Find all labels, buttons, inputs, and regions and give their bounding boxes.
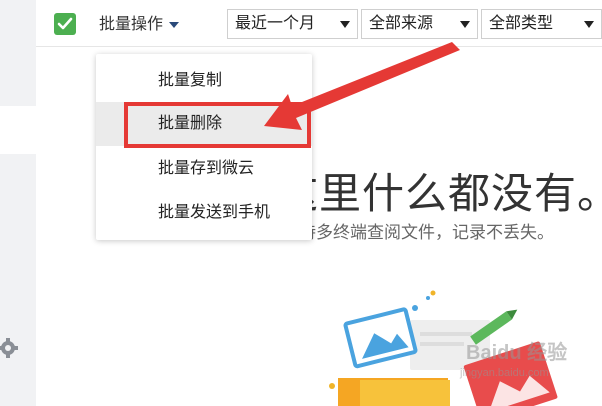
watermark-logo: Baidu 经验 jingyan.baidu.com: [460, 336, 568, 379]
watermark-url: jingyan.baidu.com: [460, 367, 549, 379]
watermark-brand: Baidu 经验: [466, 342, 568, 364]
